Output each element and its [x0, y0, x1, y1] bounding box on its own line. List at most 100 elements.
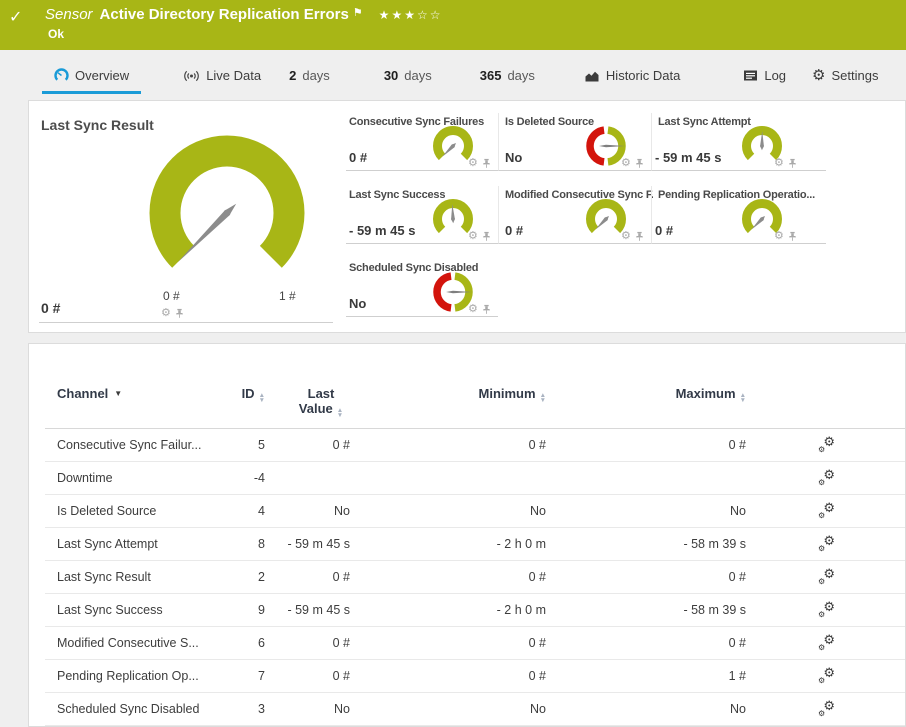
pin-icon[interactable] [635, 231, 644, 242]
gear-icon[interactable]: ⚙ [621, 158, 631, 169]
pin-icon[interactable] [482, 158, 491, 169]
channel-settings-icon[interactable]: ⚙ ⚙ [818, 632, 835, 652]
channel-settings-icon[interactable]: ⚙ ⚙ [818, 566, 835, 586]
channel-actions-cell: ⚙ ⚙ [746, 632, 905, 652]
channel-actions-cell: ⚙ ⚙ [746, 500, 905, 520]
minimum-cell: 0 # [528, 669, 546, 683]
pin-icon[interactable] [482, 231, 491, 242]
column-header-channel[interactable]: Channel ▼ [57, 386, 237, 401]
gauge-value: No [349, 296, 367, 311]
channel-name-cell[interactable]: Last Sync Attempt [57, 537, 237, 551]
channel-name-cell[interactable]: Consecutive Sync Failur... [57, 438, 237, 452]
column-header-id[interactable]: ID ▲ ▼ [237, 386, 265, 403]
gear-icon[interactable]: ⚙ [621, 231, 631, 242]
tab-365-days[interactable]: 365 days [468, 60, 547, 94]
channel-name-cell[interactable]: Last Sync Result [57, 570, 237, 584]
tab-live-data[interactable]: Live Data [171, 60, 273, 94]
channel-name-cell[interactable]: Scheduled Sync Disabled [57, 702, 237, 716]
pin-icon[interactable] [788, 231, 797, 242]
log-icon [743, 69, 758, 82]
gauge-cell-modified-consecutive-sync-f[interactable]: Modified Consecutive Sync F... 0 # ⚙ [498, 186, 653, 244]
tab-overview[interactable]: Overview [42, 60, 142, 94]
channel-id-cell: 8 [258, 537, 265, 551]
tab-bar: Overview Live Data 2 days 30 days 365 days Histo… [0, 60, 906, 94]
tab-label: days [302, 68, 330, 83]
channel-settings-icon[interactable]: ⚙ ⚙ [818, 599, 835, 619]
tab-log[interactable]: Log [731, 60, 798, 94]
gauge-cell-scheduled-sync-disabled[interactable]: Scheduled Sync Disabled No ⚙ [346, 259, 498, 317]
pin-icon[interactable] [175, 308, 184, 319]
channels-table-panel: Channel ▼ ID ▲ ▼ Last Value ▲ ▼ Minimum ▲ ▼ Max… [28, 343, 906, 727]
channel-settings-icon[interactable]: ⚙ ⚙ [818, 467, 835, 487]
star-filled-icon[interactable]: ★ [404, 8, 417, 22]
channel-actions-cell: ⚙ ⚙ [746, 665, 905, 685]
column-header-last-value[interactable]: Last Value ▲ ▼ [265, 386, 350, 418]
star-filled-icon[interactable]: ★ [379, 8, 392, 22]
star-empty-icon[interactable]: ☆ [417, 8, 430, 22]
tab-label: Overview [75, 68, 130, 83]
last-value-cell: 0 # [332, 438, 350, 452]
gauge-icon [54, 68, 69, 83]
table-row: Last Sync Attempt 8 - 59 m 45 s - 2 h 0 … [45, 528, 905, 561]
channel-settings-icon[interactable]: ⚙ ⚙ [818, 698, 835, 718]
last-value-cell: 0 # [332, 570, 350, 584]
column-header-minimum[interactable]: Minimum ▲ ▼ [350, 386, 547, 403]
gear-icon[interactable]: ⚙ [468, 231, 478, 242]
maximum-cell: 0 # [728, 570, 746, 584]
gear-icon[interactable]: ⚙ [774, 231, 784, 242]
column-label: Channel [57, 386, 109, 401]
channel-actions-cell: ⚙ ⚙ [746, 467, 905, 487]
gauge-cell-last-sync-success[interactable]: Last Sync Success - 59 m 45 s ⚙ [346, 186, 498, 244]
last-value-cell: - 59 m 45 s [287, 603, 350, 617]
tab-historic-data[interactable]: Historic Data [572, 60, 692, 94]
gear-icon[interactable]: ⚙ [774, 158, 784, 169]
channel-id-cell: 6 [258, 636, 265, 650]
tab-30-days[interactable]: 30 days [372, 60, 444, 94]
gear-icon: ⚙ [812, 67, 826, 84]
channel-settings-icon[interactable]: ⚙ ⚙ [818, 665, 835, 685]
gauge-cell-actions: ⚙ [468, 158, 491, 169]
channel-name-cell[interactable]: Is Deleted Source [57, 504, 237, 518]
channel-settings-icon[interactable]: ⚙ ⚙ [818, 533, 835, 553]
gauge-cell-is-deleted-source[interactable]: Is Deleted Source No ⚙ [498, 113, 651, 171]
channel-name-cell[interactable]: Modified Consecutive S... [57, 636, 237, 650]
channel-settings-icon[interactable]: ⚙ ⚙ [818, 434, 835, 454]
minimum-cell: - 2 h 0 m [496, 603, 546, 617]
pin-icon[interactable] [788, 158, 797, 169]
gauge-value: 0 # [41, 300, 61, 316]
maximum-cell: 0 # [728, 636, 746, 650]
channel-actions-cell: ⚙ ⚙ [746, 566, 905, 586]
gauge-cell-consecutive-sync-failures[interactable]: Consecutive Sync Failures 0 # ⚙ [346, 113, 498, 171]
pin-icon[interactable] [635, 158, 644, 169]
star-empty-icon[interactable]: ☆ [430, 8, 443, 22]
last-value-cell: 0 # [332, 636, 350, 650]
gauge-cell-actions: ⚙ [621, 158, 644, 169]
main-gauge [137, 123, 317, 303]
sensor-status-bar: ✓ Sensor Active Directory Replication Er… [0, 0, 906, 50]
column-header-maximum[interactable]: Maximum ▲ ▼ [546, 386, 746, 403]
tab-settings[interactable]: ⚙ Settings [800, 60, 890, 94]
gauge-cell-last-sync-attempt[interactable]: Last Sync Attempt - 59 m 45 s ⚙ [651, 113, 826, 171]
gear-icon[interactable]: ⚙ [468, 304, 478, 315]
channel-name-cell[interactable]: Last Sync Success [57, 603, 237, 617]
channel-name-cell[interactable]: Downtime [57, 471, 237, 485]
gear-icon[interactable]: ⚙ [161, 308, 171, 319]
tab-2-days[interactable]: 2 days [277, 60, 342, 94]
channel-settings-icon[interactable]: ⚙ ⚙ [818, 500, 835, 520]
star-filled-icon[interactable]: ★ [391, 8, 404, 22]
gauge-title: Is Deleted Source [505, 116, 594, 128]
pin-icon[interactable] [482, 304, 491, 315]
gauge-title: Modified Consecutive Sync F... [505, 189, 653, 201]
gauge-value: 0 # [655, 223, 674, 238]
gauge-cell-pending-replication-operatio[interactable]: Pending Replication Operatio... 0 # ⚙ [651, 186, 826, 244]
channel-name-cell[interactable]: Pending Replication Op... [57, 669, 237, 683]
channel-actions-cell: ⚙ ⚙ [746, 698, 905, 718]
star-rating[interactable]: ★★★☆☆ [379, 8, 443, 22]
column-label: Minimum [478, 386, 536, 401]
sort-icon: ▲ ▼ [336, 407, 344, 419]
table-row: Last Sync Result 2 0 # 0 # 0 # ⚙ ⚙ [45, 561, 905, 594]
channel-id-cell: -4 [253, 471, 265, 485]
gear-icon[interactable]: ⚙ [468, 158, 478, 169]
gauge-cell-last-sync-result[interactable]: Last Sync Result 0 # 1 # 0 # ⚙ [39, 113, 333, 323]
channel-id-cell: 4 [258, 504, 265, 518]
